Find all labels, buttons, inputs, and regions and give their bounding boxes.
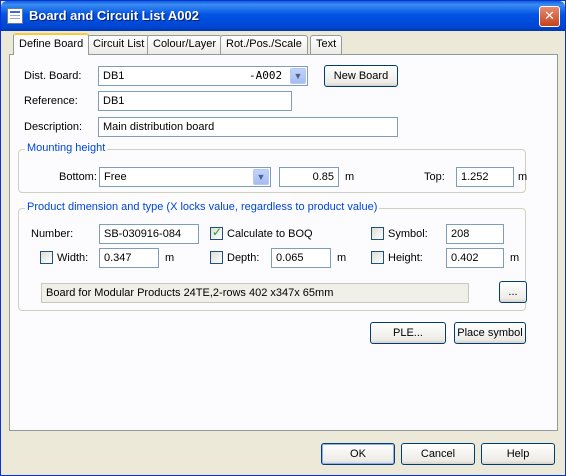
depth-label[interactable]: Depth:	[227, 251, 259, 265]
top-label: Top:	[424, 171, 445, 183]
reference-field[interactable]: DB1	[98, 91, 292, 111]
symbol-label[interactable]: Symbol:	[388, 227, 428, 241]
dist-board-suffix: -A002	[249, 69, 283, 82]
new-board-button[interactable]: New Board	[324, 65, 398, 87]
depth-checkbox[interactable]	[210, 251, 223, 264]
number-field[interactable]: SB-030916-084	[99, 224, 199, 244]
product-dimension-group: Product dimension and type (X locks valu…	[18, 201, 527, 311]
app-icon	[7, 8, 23, 24]
description-label: Description:	[24, 121, 83, 133]
window-title: Board and Circuit List A002	[29, 8, 199, 23]
number-label: Number:	[31, 228, 74, 240]
mounting-height-title: Mounting height	[25, 142, 108, 154]
dist-board-combo[interactable]: DB1 -A002 ▼	[98, 66, 308, 86]
cancel-button[interactable]: Cancel	[401, 443, 475, 465]
product-dimension-title: Product dimension and type (X locks valu…	[25, 201, 380, 213]
dist-board-label: Dist. Board:	[24, 70, 82, 82]
height-checkbox[interactable]	[371, 251, 384, 264]
close-icon: ✕	[544, 8, 555, 23]
product-description-field: Board for Modular Products 24TE,2-rows 4…	[41, 283, 469, 303]
ple-button[interactable]: PLE...	[370, 322, 446, 344]
mounting-unit: m	[345, 171, 355, 183]
dist-board-value: DB1	[103, 70, 125, 82]
bottom-label: Bottom:	[59, 171, 97, 183]
chevron-down-icon[interactable]: ▼	[290, 68, 306, 84]
reference-label: Reference:	[24, 95, 78, 107]
dialog-window: Board and Circuit List A002 ✕ Define Boa…	[0, 0, 566, 476]
depth-unit: m	[337, 252, 347, 264]
tab-define-board[interactable]: Define Board	[13, 33, 90, 55]
height-field[interactable]: 0.402	[446, 248, 504, 268]
tab-circuit-list[interactable]: Circuit List	[87, 35, 151, 54]
place-symbol-button[interactable]: Place symbol	[454, 322, 526, 344]
close-button[interactable]: ✕	[539, 6, 560, 27]
define-board-panel: Dist. Board: DB1 -A002 ▼ New Board Refer…	[9, 54, 558, 431]
depth-field[interactable]: 0.065	[271, 248, 331, 268]
browse-button[interactable]: ...	[499, 281, 527, 303]
width-unit: m	[165, 252, 175, 264]
bottom-select-value: Free	[104, 171, 127, 183]
ok-button[interactable]: OK	[321, 443, 395, 465]
tab-text[interactable]: Text	[310, 35, 343, 54]
help-button[interactable]: Help	[481, 443, 555, 465]
top-unit: m	[518, 171, 528, 183]
title-bar[interactable]: Board and Circuit List A002 ✕	[1, 1, 565, 31]
width-field[interactable]: 0.347	[99, 248, 159, 268]
description-field[interactable]: Main distribution board	[98, 117, 398, 137]
height-unit: m	[510, 252, 520, 264]
calculate-boq-checkbox[interactable]	[210, 225, 223, 240]
mounting-height-field[interactable]: 0.85	[279, 167, 339, 187]
height-label[interactable]: Height:	[388, 251, 423, 265]
calculate-boq-label[interactable]: Calculate to BOQ	[227, 227, 313, 241]
bottom-select[interactable]: Free ▼	[99, 167, 271, 187]
mounting-height-group: Mounting height Bottom: Free ▼ 0.85 m To…	[18, 142, 528, 193]
symbol-field[interactable]: 208	[446, 224, 504, 244]
top-field[interactable]: 1.252	[456, 167, 514, 187]
tab-rot-pos-scale[interactable]: Rot./Pos./Scale	[220, 35, 308, 54]
width-checkbox[interactable]	[40, 251, 53, 264]
tab-colour-layer[interactable]: Colour/Layer	[147, 35, 222, 54]
width-label[interactable]: Width:	[57, 251, 88, 265]
symbol-checkbox[interactable]	[371, 227, 384, 240]
chevron-down-icon[interactable]: ▼	[253, 169, 269, 185]
